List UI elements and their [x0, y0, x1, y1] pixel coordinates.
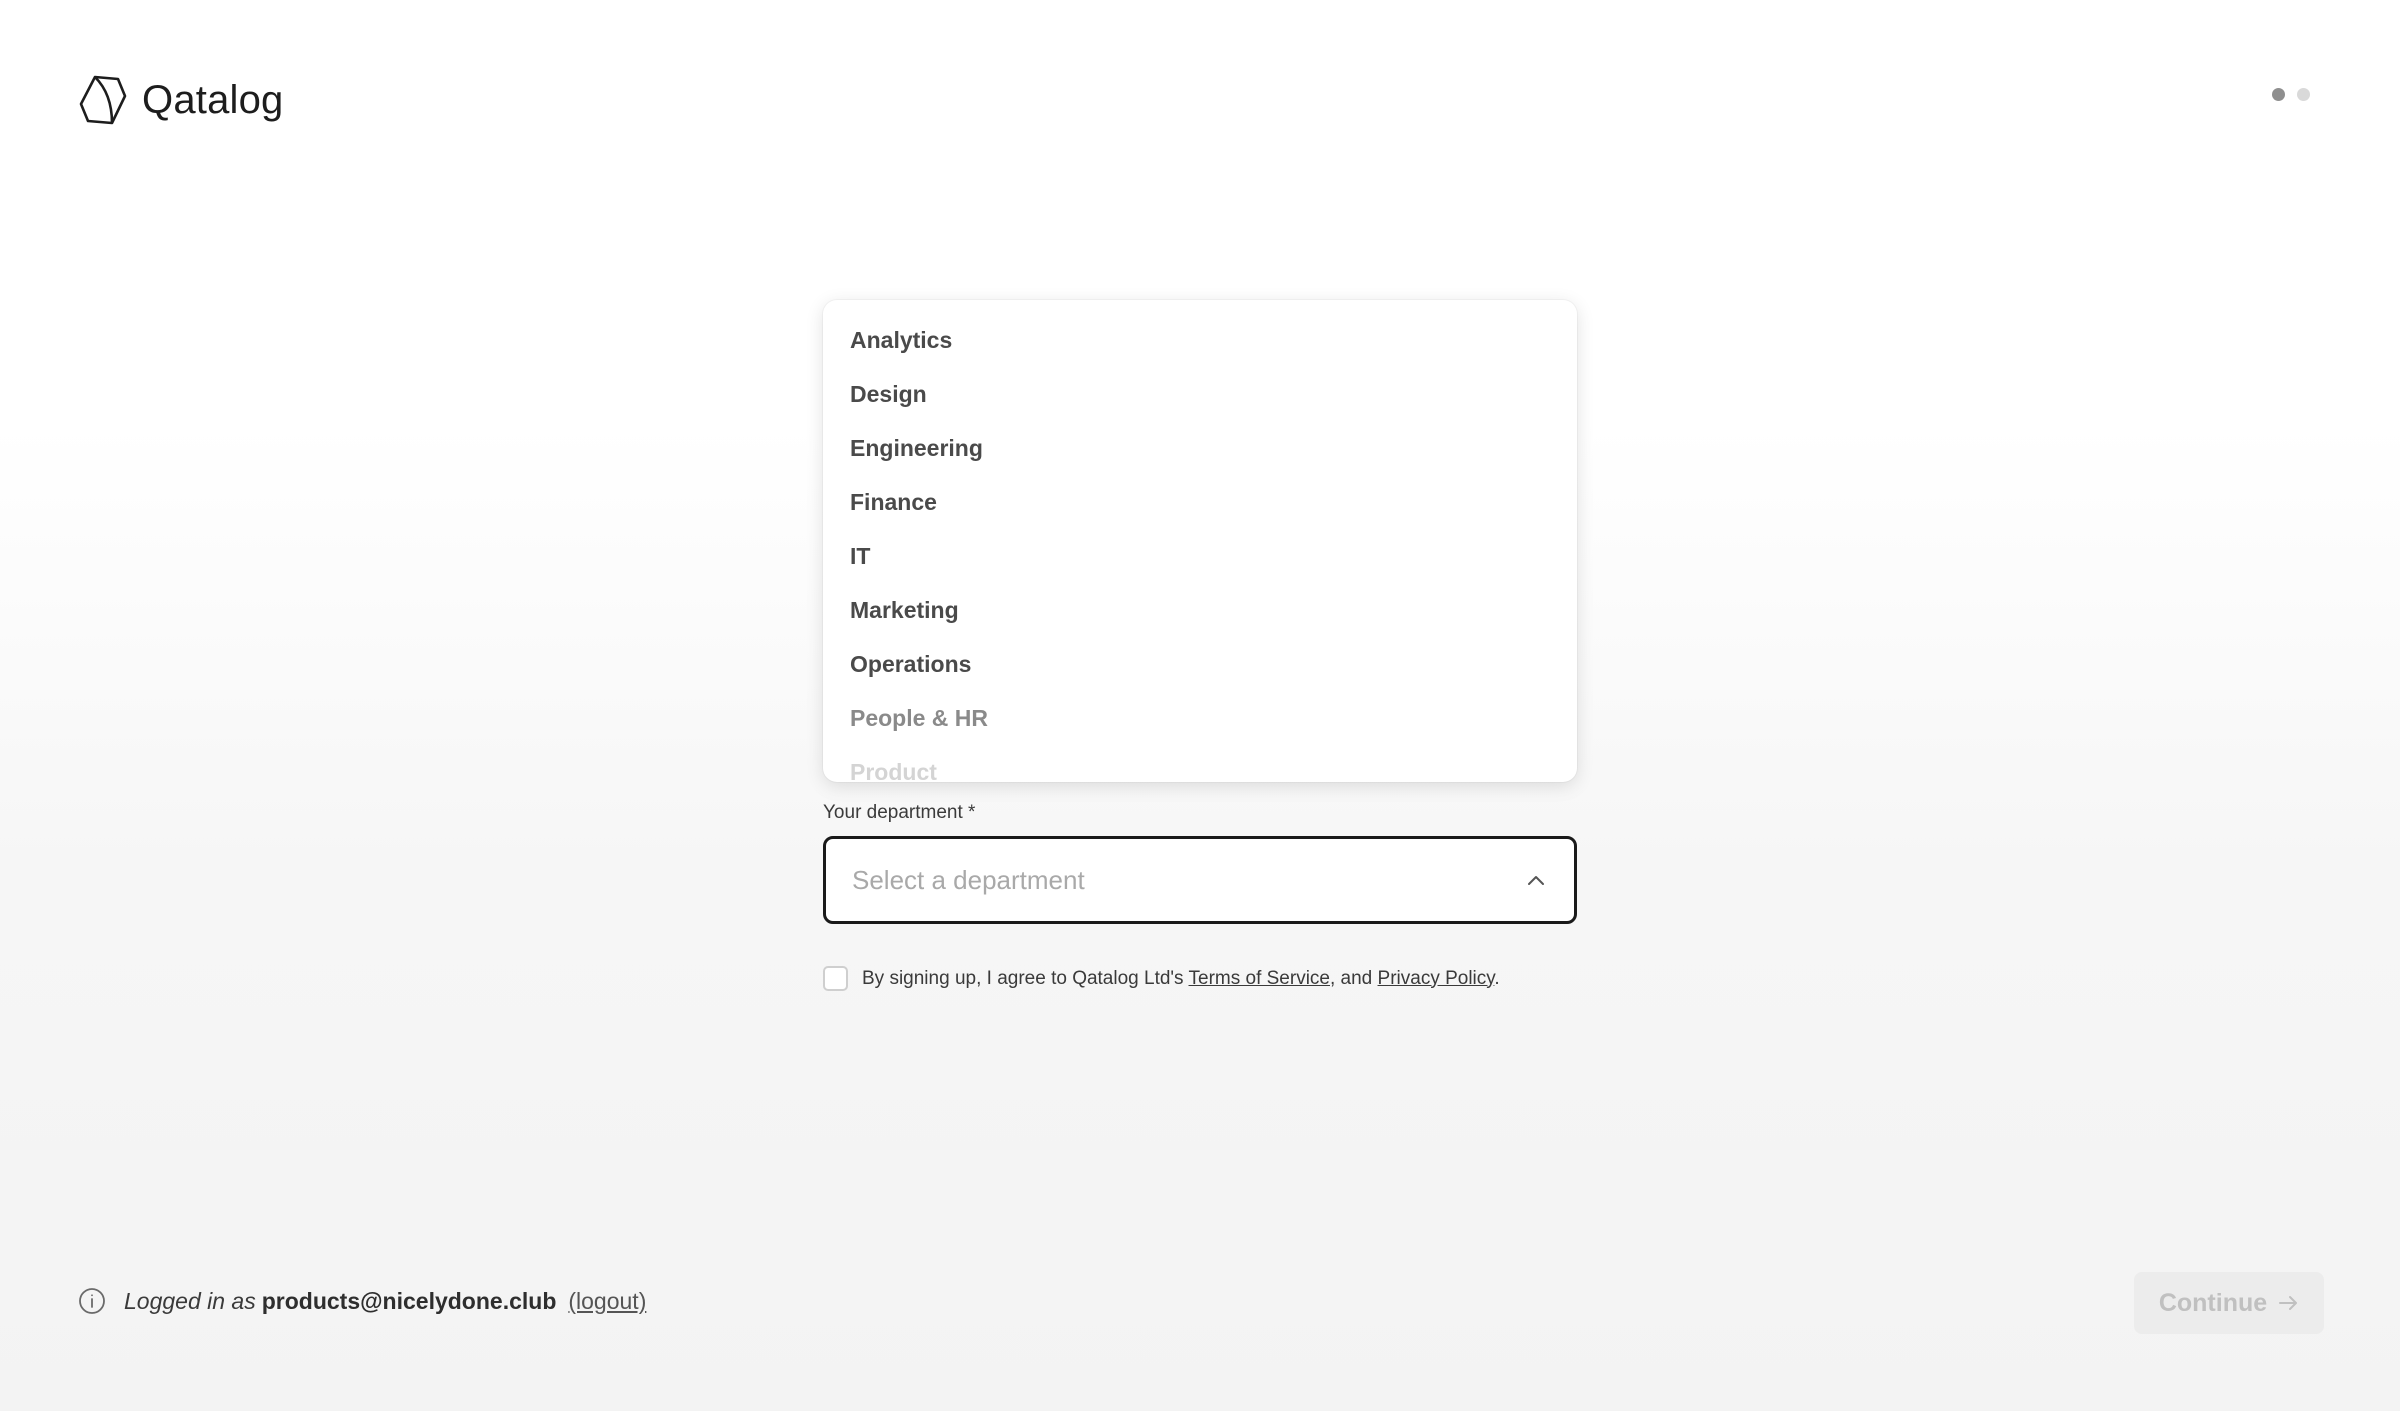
option-people-hr[interactable]: People & HR — [850, 698, 1550, 738]
option-finance[interactable]: Finance — [850, 482, 1550, 522]
continue-button[interactable]: Continue — [2134, 1272, 2324, 1334]
option-product[interactable]: Product — [850, 752, 1550, 782]
logout-link[interactable]: (logout) — [568, 1288, 646, 1315]
step-dot-2 — [2297, 88, 2310, 101]
info-icon — [79, 1288, 105, 1314]
step-indicator — [2272, 88, 2310, 101]
terms-of-service-link[interactable]: Terms of Service — [1189, 968, 1330, 989]
department-dropdown-menu[interactable]: Analytics Design Engineering Finance IT … — [823, 300, 1577, 782]
brand-name: Qatalog — [142, 77, 284, 122]
option-design[interactable]: Design — [850, 374, 1550, 414]
option-engineering[interactable]: Engineering — [850, 428, 1550, 468]
arrow-right-icon — [2279, 1296, 2298, 1310]
step-dot-1 — [2272, 88, 2285, 101]
login-info: Logged in as products@nicelydone.club (l… — [78, 1287, 646, 1315]
brand-logo: Qatalog — [78, 74, 284, 126]
user-email: products@nicelydone.club — [261, 1287, 557, 1314]
department-label: Your department * — [823, 802, 976, 823]
option-marketing[interactable]: Marketing — [850, 590, 1550, 630]
option-it[interactable]: IT — [850, 536, 1550, 576]
qatalog-logo-icon — [79, 75, 127, 125]
terms-agreement: By signing up, I agree to Qatalog Ltd's … — [823, 966, 1500, 991]
terms-text: By signing up, I agree to Qatalog Ltd's … — [862, 967, 1500, 989]
option-analytics[interactable]: Analytics — [850, 320, 1550, 360]
chevron-up-icon — [1528, 876, 1544, 885]
department-select[interactable]: Select a department — [823, 836, 1577, 924]
logged-in-text: Logged in as — [124, 1287, 256, 1314]
continue-label: Continue — [2158, 1288, 2268, 1317]
department-placeholder: Select a department — [852, 865, 1085, 895]
option-operations[interactable]: Operations — [850, 644, 1550, 684]
privacy-policy-link[interactable]: Privacy Policy — [1378, 968, 1495, 989]
terms-checkbox[interactable] — [823, 966, 848, 991]
